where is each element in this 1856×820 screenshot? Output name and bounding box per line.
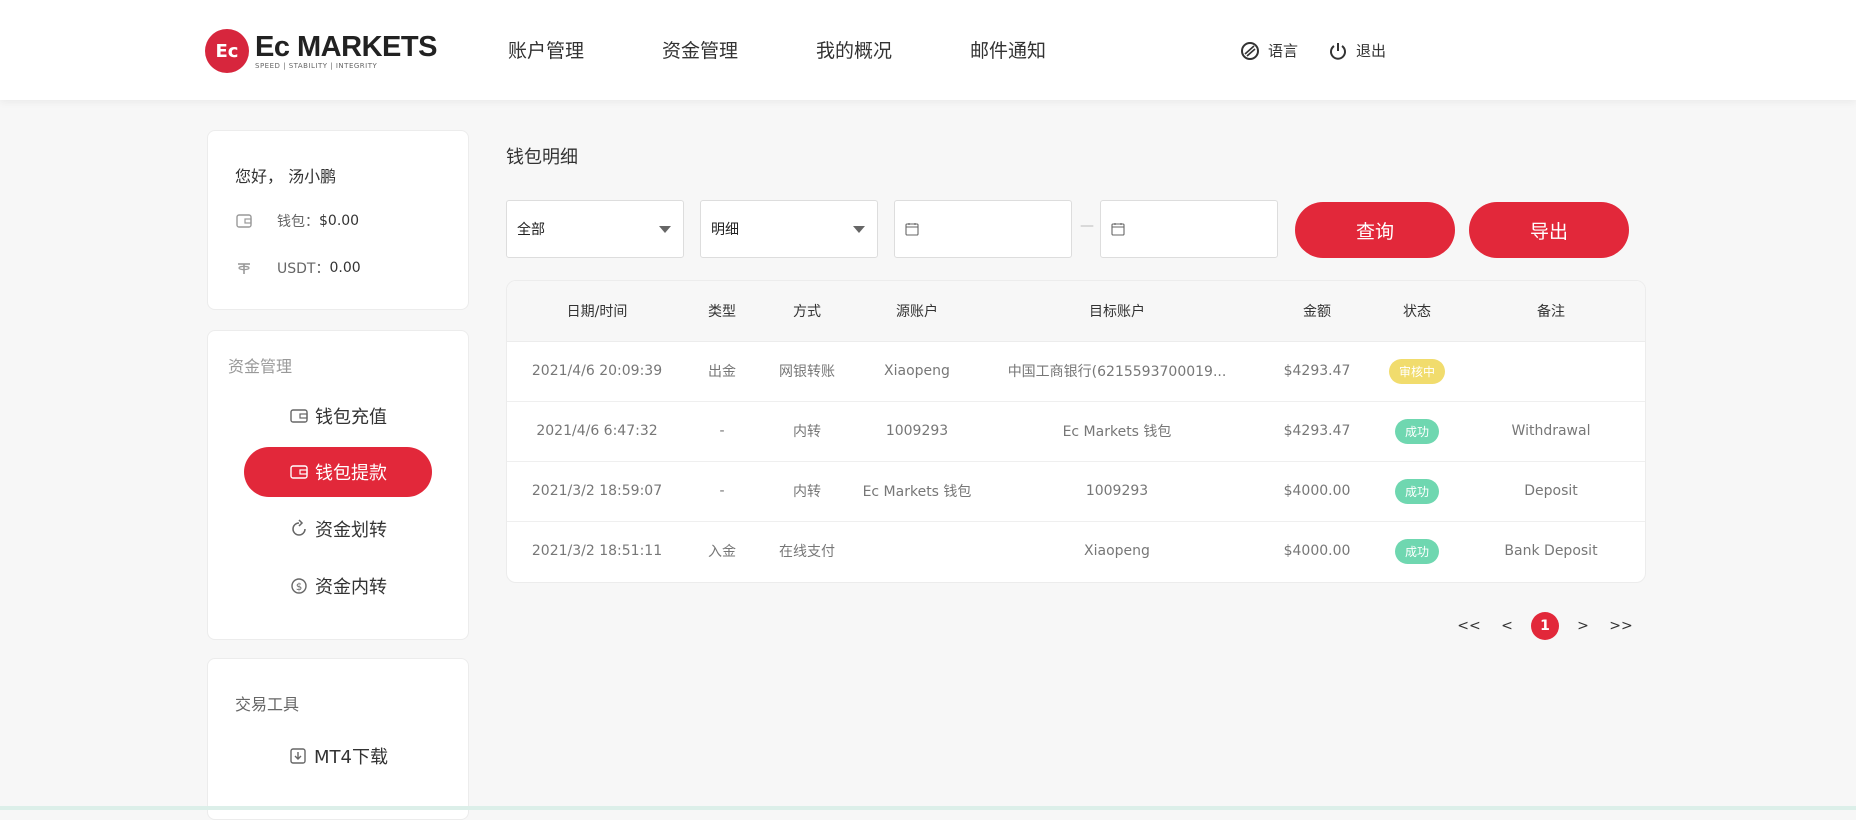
tether-icon [238, 263, 250, 274]
col-target: 目标账户 [1089, 304, 1145, 320]
col-method: 方式 [793, 304, 821, 320]
calendar-icon [1111, 223, 1125, 236]
col-note: 备注 [1537, 304, 1565, 320]
funds-menu-card: 资金管理 钱包充值 钱包提款 资金划转 $ 资金内转 [207, 330, 469, 640]
table-row: 2021/3/2 18:59:07 - 内转 Ec Markets 钱包 100… [507, 461, 1645, 522]
svg-text:$: $ [296, 582, 302, 593]
col-amount: 金额 [1303, 304, 1331, 320]
col-type: 类型 [708, 304, 736, 320]
logo-mark-icon: Ec [205, 29, 249, 73]
menu-wallet-withdraw[interactable]: 钱包提款 [244, 447, 432, 497]
status-badge: 成功 [1394, 418, 1439, 444]
greeting: 您好， 汤小鹏 [235, 167, 337, 186]
wallet-balance: 钱包： $0.00 [235, 211, 359, 231]
tools-menu-card: 交易工具 MT4下载 [207, 658, 469, 820]
col-status: 状态 [1403, 304, 1431, 320]
pagination: << < 1 > >> [1450, 612, 1640, 640]
page-next-button[interactable]: > [1569, 612, 1597, 640]
logo[interactable]: Ec Ec MARKETS SPEED | STABILITY | INTEGR… [205, 28, 437, 74]
col-datetime: 日期/时间 [566, 304, 628, 320]
wallet-icon [290, 465, 308, 479]
page-current-button[interactable]: 1 [1531, 612, 1559, 640]
funds-menu-title: 资金管理 [228, 357, 293, 376]
language-label: 语言 [1267, 42, 1298, 60]
top-header: Ec Ec MARKETS SPEED | STABILITY | INTEGR… [0, 0, 1856, 100]
wallet-icon [290, 409, 308, 423]
nav-mail[interactable]: 邮件通知 [970, 36, 1046, 63]
page-prev-button[interactable]: < [1493, 612, 1521, 640]
chevron-down-icon [659, 226, 671, 233]
wallet-icon [236, 214, 252, 228]
calendar-icon [905, 223, 919, 236]
logout-label: 退出 [1355, 42, 1386, 60]
detail-select[interactable]: 明细 [700, 200, 878, 258]
page-first-button[interactable]: << [1455, 612, 1483, 640]
logo-name: Ec MARKETS [255, 31, 437, 63]
table-header: 日期/时间 类型 方式 源账户 目标账户 金额 状态 备注 [507, 281, 1645, 342]
nav-account[interactable]: 账户管理 [508, 36, 584, 63]
nav-overview[interactable]: 我的概况 [816, 36, 892, 63]
main-nav: 账户管理 资金管理 我的概况 邮件通知 [508, 36, 1124, 63]
language-icon [1240, 41, 1259, 60]
menu-internal-transfer[interactable]: $ 资金内转 [244, 561, 432, 611]
page-last-button[interactable]: >> [1607, 612, 1635, 640]
user-card: 您好， 汤小鹏 钱包： $0.00 USDT： 0.00 [207, 130, 469, 310]
type-select[interactable]: 全部 [506, 200, 684, 258]
menu-funds-transfer[interactable]: 资金划转 [244, 504, 432, 554]
usdt-balance: USDT： 0.00 [235, 258, 361, 278]
wallet-detail-table: 日期/时间 类型 方式 源账户 目标账户 金额 状态 备注 2021/4/6 2… [506, 280, 1646, 583]
menu-wallet-deposit[interactable]: 钱包充值 [244, 391, 432, 441]
status-badge: 成功 [1394, 538, 1439, 564]
page-title: 钱包明细 [506, 147, 578, 168]
table-row: 2021/4/6 20:09:39 出金 网银转账 Xiaopeng 中国工商银… [507, 341, 1645, 402]
start-date-input[interactable] [894, 200, 1072, 258]
footer-divider [0, 806, 1856, 810]
end-date-input[interactable] [1100, 200, 1278, 258]
dollar-circle-icon: $ [291, 578, 307, 594]
download-icon [290, 748, 306, 764]
logo-tagline: SPEED | STABILITY | INTEGRITY [255, 62, 378, 70]
date-separator: — [1080, 218, 1094, 234]
col-source: 源账户 [896, 304, 938, 320]
language-button[interactable]: 语言 [1240, 40, 1298, 61]
status-badge: 成功 [1394, 478, 1439, 504]
table-row: 2021/4/6 6:47:32 - 内转 1009293 Ec Markets… [507, 401, 1645, 462]
chevron-down-icon [853, 226, 865, 233]
menu-mt4-download[interactable]: MT4下载 [244, 731, 432, 781]
tools-menu-title: 交易工具 [235, 695, 300, 714]
refresh-icon [292, 519, 306, 536]
table-row: 2021/3/2 18:51:11 入金 在线支付 Xiaopeng $4000… [507, 521, 1645, 581]
status-badge: 审核中 [1388, 358, 1445, 384]
power-icon [1330, 42, 1346, 60]
nav-funds[interactable]: 资金管理 [662, 36, 738, 63]
logout-button[interactable]: 退出 [1328, 40, 1386, 61]
query-button[interactable]: 查询 [1295, 202, 1455, 258]
export-button[interactable]: 导出 [1469, 202, 1629, 258]
